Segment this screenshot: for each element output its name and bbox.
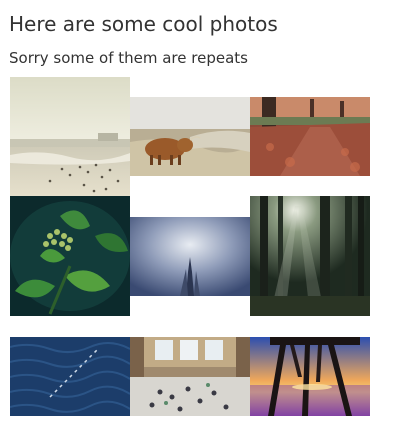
photo-station xyxy=(130,337,250,416)
photo-ocean xyxy=(10,337,130,416)
photo-pier xyxy=(250,337,370,416)
photo-cow xyxy=(130,97,250,176)
photo-tower xyxy=(130,217,250,296)
photo-beach xyxy=(10,77,130,196)
page-title: Here are some cool photos xyxy=(9,12,278,36)
photo-forest xyxy=(250,196,370,316)
photo-trees xyxy=(250,97,370,176)
page-subtitle: Sorry some of them are repeats xyxy=(9,49,248,67)
photo-plant xyxy=(10,196,130,316)
